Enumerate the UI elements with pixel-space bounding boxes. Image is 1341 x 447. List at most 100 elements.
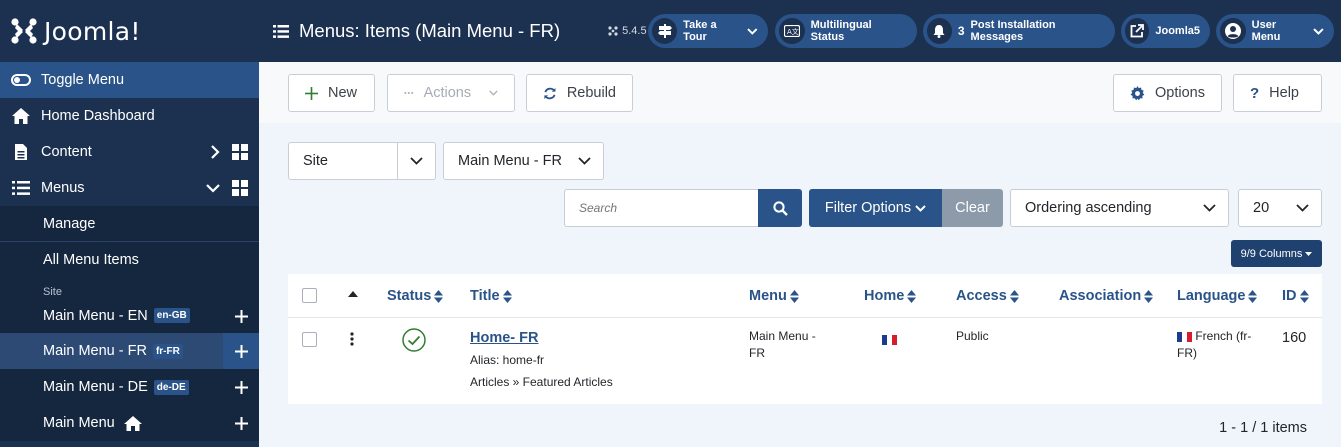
toggle-menu-button[interactable]: Toggle Menu xyxy=(0,62,259,98)
dashboard-grid-icon[interactable] xyxy=(232,144,248,160)
sidebar-item-all-menu-items[interactable]: All Menu Items xyxy=(0,242,259,278)
plus-icon xyxy=(234,416,248,430)
toggle-menu-label: Toggle Menu xyxy=(41,72,125,88)
caret-down-icon xyxy=(1305,251,1313,256)
clear-button[interactable]: Clear xyxy=(942,189,1003,227)
file-icon xyxy=(11,142,31,162)
item-title-link[interactable]: Home- FR xyxy=(470,330,538,347)
pagination-info: 1 - 1 / 1 items xyxy=(1219,420,1307,436)
dashboard-grid-icon[interactable] xyxy=(232,180,248,196)
sort-ordering-icon[interactable] xyxy=(348,291,358,297)
french-flag-icon[interactable] xyxy=(882,335,897,345)
menu-select[interactable]: Main Menu - FR xyxy=(443,142,604,180)
published-check-icon[interactable] xyxy=(402,328,426,352)
row-checkbox[interactable] xyxy=(302,332,317,347)
bell-icon xyxy=(927,18,952,44)
rebuild-button[interactable]: Rebuild xyxy=(526,74,633,112)
post-install-label: Post Installation Messages xyxy=(970,19,1056,43)
post-install-count: 3 xyxy=(957,24,965,38)
filter-options-button[interactable]: Filter Options xyxy=(809,189,942,227)
list-icon xyxy=(273,24,289,38)
external-link-icon xyxy=(1125,18,1150,44)
chevron-right-icon[interactable] xyxy=(210,145,220,159)
version-number: 5.4.5 xyxy=(622,25,647,37)
page-title-text: Menus: Items (Main Menu - FR) xyxy=(299,20,561,41)
sidebar-item-content[interactable]: Content xyxy=(0,134,259,170)
ellipsis-icon xyxy=(404,91,414,95)
column-header-menu[interactable]: Menu xyxy=(749,288,799,304)
column-header-status[interactable]: Status xyxy=(387,288,444,304)
sort-icon xyxy=(502,289,512,303)
version-info: 5.4.5 xyxy=(608,25,647,37)
sidebar-item-label: Main Menu - DE xyxy=(43,379,148,395)
search-button[interactable] xyxy=(758,189,802,227)
clear-label: Clear xyxy=(955,200,990,216)
drag-handle-icon[interactable] xyxy=(350,332,354,346)
sidebar-item-main-menu-en[interactable]: Main Menu - EN en-GB xyxy=(0,298,259,333)
sort-icon xyxy=(789,289,799,303)
item-alias: Alias: home-fr xyxy=(470,353,545,367)
plus-icon xyxy=(234,344,248,358)
question-icon: ? xyxy=(1250,84,1260,102)
column-header-title[interactable]: Title xyxy=(470,288,512,304)
chevron-down-icon xyxy=(565,143,603,179)
list-limit-select[interactable]: 20 xyxy=(1238,189,1322,227)
chevron-down-icon xyxy=(1283,190,1321,226)
ordering-select[interactable]: Ordering ascending xyxy=(1010,189,1229,227)
actions-label: Actions xyxy=(423,85,472,101)
chevron-down-icon[interactable] xyxy=(206,183,220,193)
sidebar-item-manage[interactable]: Manage xyxy=(0,206,259,242)
select-all-checkbox[interactable] xyxy=(302,288,317,303)
refresh-icon xyxy=(544,87,556,99)
column-header-access[interactable]: Access xyxy=(956,288,1019,304)
add-menu-item-button[interactable] xyxy=(223,369,259,405)
sort-icon xyxy=(907,289,917,303)
column-header-home[interactable]: Home xyxy=(864,288,917,304)
site-name-label: Joomla5 xyxy=(1155,25,1200,37)
client-select-value: Site xyxy=(303,153,328,169)
take-a-tour-button[interactable]: Take a Tour xyxy=(648,14,768,48)
help-label: Help xyxy=(1269,85,1299,101)
sidebar: Joomla! Toggle Menu Home Dashboard Conte… xyxy=(0,0,259,447)
new-button[interactable]: New xyxy=(288,74,375,112)
sidebar-item-home-dashboard[interactable]: Home Dashboard xyxy=(0,98,259,134)
actions-dropdown[interactable]: Actions xyxy=(387,74,515,112)
client-select[interactable]: Site xyxy=(288,142,436,180)
joomla-logo[interactable]: Joomla! xyxy=(0,0,259,62)
add-menu-item-button[interactable] xyxy=(223,405,259,441)
column-header-language[interactable]: Language xyxy=(1177,288,1258,304)
sidebar-item-label: Manage xyxy=(43,215,96,232)
column-header-id[interactable]: ID xyxy=(1282,288,1309,304)
options-button[interactable]: Options xyxy=(1113,74,1222,112)
column-header-label: Language xyxy=(1177,288,1246,304)
columns-button[interactable]: 9/9 Columns xyxy=(1231,240,1322,267)
sidebar-item-main-menu[interactable]: Main Menu xyxy=(0,405,259,441)
page-title: Menus: Items (Main Menu - FR) xyxy=(259,20,560,42)
sidebar-item-label: Home Dashboard xyxy=(41,108,155,124)
item-menu-line: Main Menu - xyxy=(749,329,816,343)
sidebar-item-main-menu-fr[interactable]: Main Menu - FR fr-FR xyxy=(0,333,259,369)
add-menu-item-button[interactable] xyxy=(223,333,259,369)
item-type: Articles » Featured Articles xyxy=(470,375,613,389)
user-menu-button[interactable]: User Menu xyxy=(1216,14,1334,48)
toggle-icon xyxy=(11,70,31,90)
column-header-label: Menu xyxy=(749,288,787,304)
chevron-down-icon xyxy=(1313,27,1324,35)
column-header-label: Association xyxy=(1059,288,1142,304)
sort-icon xyxy=(1299,289,1309,303)
help-button[interactable]: ? Help xyxy=(1233,74,1322,112)
columns-label: 9/9 Columns xyxy=(1240,247,1303,260)
joomla-small-icon xyxy=(608,26,618,36)
view-site-button[interactable]: Joomla5 xyxy=(1121,14,1210,48)
user-menu-label: User Menu xyxy=(1251,19,1281,43)
column-header-label: ID xyxy=(1282,288,1297,304)
sidebar-item-menus[interactable]: Menus xyxy=(0,170,259,206)
search-input[interactable] xyxy=(564,189,758,227)
post-installation-messages-button[interactable]: 3 Post Installation Messages xyxy=(923,14,1115,48)
multilingual-status-button[interactable]: A文 Multilingual Status xyxy=(775,14,917,48)
multilingual-status-label: Multilingual Status xyxy=(810,19,872,43)
add-menu-item-button[interactable] xyxy=(223,298,259,334)
sidebar-item-main-menu-de[interactable]: Main Menu - DE de-DE xyxy=(0,369,259,405)
column-header-association[interactable]: Association xyxy=(1059,288,1154,304)
signpost-icon xyxy=(652,18,678,44)
